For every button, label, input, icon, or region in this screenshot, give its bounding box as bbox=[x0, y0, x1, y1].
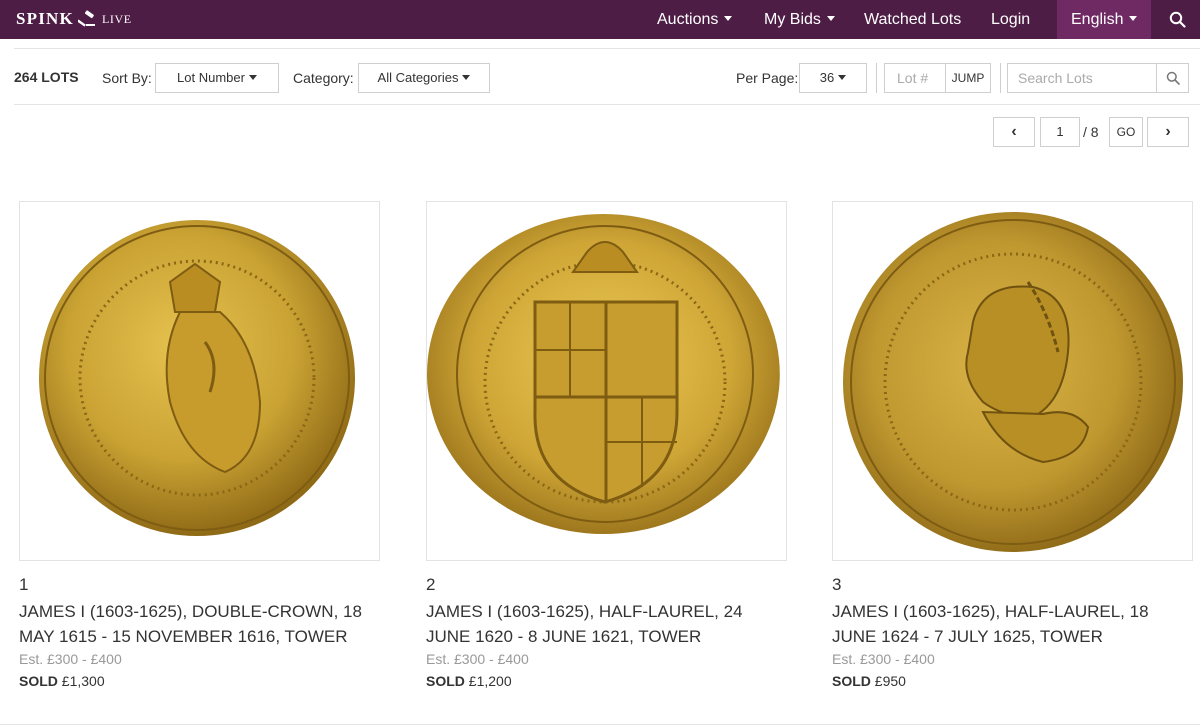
nav-auctions-label: Auctions bbox=[657, 11, 719, 28]
lot-image[interactable] bbox=[19, 201, 380, 561]
chevron-down-icon bbox=[724, 16, 733, 22]
sold-label: SOLD bbox=[832, 673, 871, 689]
lot-card[interactable]: 3 JAMES I (1603-1625), HALF-LAUREL, 18 J… bbox=[832, 201, 1193, 689]
lot-sold-price: SOLD £1,200 bbox=[426, 673, 787, 689]
lot-estimate: Est. £300 - £400 bbox=[19, 651, 122, 667]
lot-sold-price: SOLD £1,300 bbox=[19, 673, 380, 689]
sold-amount: £1,200 bbox=[468, 673, 512, 689]
toolbar-divider bbox=[1000, 63, 1001, 93]
chevron-down-icon bbox=[826, 16, 835, 22]
category-label: Category: bbox=[293, 70, 354, 86]
next-page-button[interactable]: › bbox=[1147, 117, 1189, 147]
sort-select[interactable]: Lot Number bbox=[155, 63, 279, 93]
gold-coin-portrait-image bbox=[39, 220, 355, 536]
lot-number-input[interactable]: Lot # bbox=[884, 63, 946, 93]
brand-name: SPINK bbox=[16, 9, 74, 28]
spink-live-logo[interactable]: SPINK LIVE bbox=[16, 9, 132, 29]
nav-watched-lots[interactable]: Watched Lots bbox=[864, 0, 961, 39]
lot-card[interactable]: 2 JAMES I (1603-1625), HALF-LAUREL, 24 J… bbox=[426, 201, 787, 689]
gold-coin-laureate-image bbox=[843, 212, 1183, 552]
category-value: All Categories bbox=[377, 70, 459, 85]
lot-number: 2 bbox=[426, 575, 436, 594]
language-selector[interactable]: English bbox=[1057, 0, 1152, 39]
top-navbar: SPINK LIVE Auctions My Bids Watched Lots… bbox=[0, 0, 1200, 39]
sold-label: SOLD bbox=[19, 673, 58, 689]
chevron-down-icon bbox=[1129, 16, 1138, 22]
sold-amount: £950 bbox=[874, 673, 906, 689]
prev-page-button[interactable]: ‹ bbox=[993, 117, 1035, 147]
divider bbox=[0, 724, 1200, 725]
page-number-input[interactable]: 1 bbox=[1040, 117, 1080, 147]
language-label: English bbox=[1071, 11, 1124, 28]
per-page-label: Per Page: bbox=[736, 70, 799, 86]
category-select[interactable]: All Categories bbox=[358, 63, 490, 93]
lot-title[interactable]: JAMES I (1603-1625), DOUBLE-CROWN, 18 MA… bbox=[19, 599, 380, 649]
search-icon bbox=[1166, 71, 1180, 85]
nav-my-bids-label: My Bids bbox=[764, 11, 821, 28]
search-icon bbox=[1169, 12, 1186, 28]
lot-sold-price: SOLD £950 bbox=[832, 673, 1193, 689]
nav-my-bids[interactable]: My Bids bbox=[764, 0, 835, 39]
sort-label: Sort By: bbox=[102, 70, 152, 86]
search-lots-button[interactable] bbox=[1156, 63, 1189, 93]
lot-card[interactable]: 1 JAMES I (1603-1625), DOUBLE-CROWN, 18 … bbox=[19, 201, 380, 689]
lots-count: 264 LOTS bbox=[14, 69, 79, 85]
chevron-down-icon bbox=[838, 75, 847, 81]
gold-coin-shield-image bbox=[427, 214, 780, 534]
gavel-icon bbox=[77, 10, 95, 27]
lot-number: 1 bbox=[19, 575, 29, 594]
nav-watched-lots-label: Watched Lots bbox=[864, 11, 962, 28]
brand-sub: LIVE bbox=[101, 11, 132, 26]
search-lots-input[interactable]: Search Lots bbox=[1007, 63, 1157, 93]
divider bbox=[14, 48, 1200, 49]
lot-title[interactable]: JAMES I (1603-1625), HALF-LAUREL, 24 JUN… bbox=[426, 599, 787, 649]
lot-image[interactable] bbox=[832, 201, 1193, 561]
page-total: / 8 bbox=[1083, 124, 1099, 140]
lot-estimate: Est. £300 - £400 bbox=[426, 651, 529, 667]
nav-login[interactable]: Login bbox=[991, 0, 1030, 39]
per-page-select[interactable]: 36 bbox=[799, 63, 867, 93]
divider bbox=[14, 104, 1200, 105]
lot-image[interactable] bbox=[426, 201, 787, 561]
nav-auctions[interactable]: Auctions bbox=[657, 0, 733, 39]
toolbar-divider bbox=[876, 63, 877, 93]
chevron-down-icon bbox=[248, 75, 257, 81]
nav-login-label: Login bbox=[991, 11, 1031, 28]
lot-number: 3 bbox=[832, 575, 842, 594]
sort-value: Lot Number bbox=[177, 70, 245, 85]
go-button[interactable]: GO bbox=[1109, 117, 1143, 147]
sold-label: SOLD bbox=[426, 673, 465, 689]
lot-estimate: Est. £300 - £400 bbox=[832, 651, 935, 667]
lot-title[interactable]: JAMES I (1603-1625), HALF-LAUREL, 18 JUN… bbox=[832, 599, 1193, 649]
chevron-down-icon bbox=[462, 75, 471, 81]
jump-button[interactable]: JUMP bbox=[945, 63, 991, 93]
per-page-value: 36 bbox=[819, 70, 835, 85]
nav-search-button[interactable] bbox=[1154, 0, 1200, 39]
sold-amount: £1,300 bbox=[61, 673, 105, 689]
